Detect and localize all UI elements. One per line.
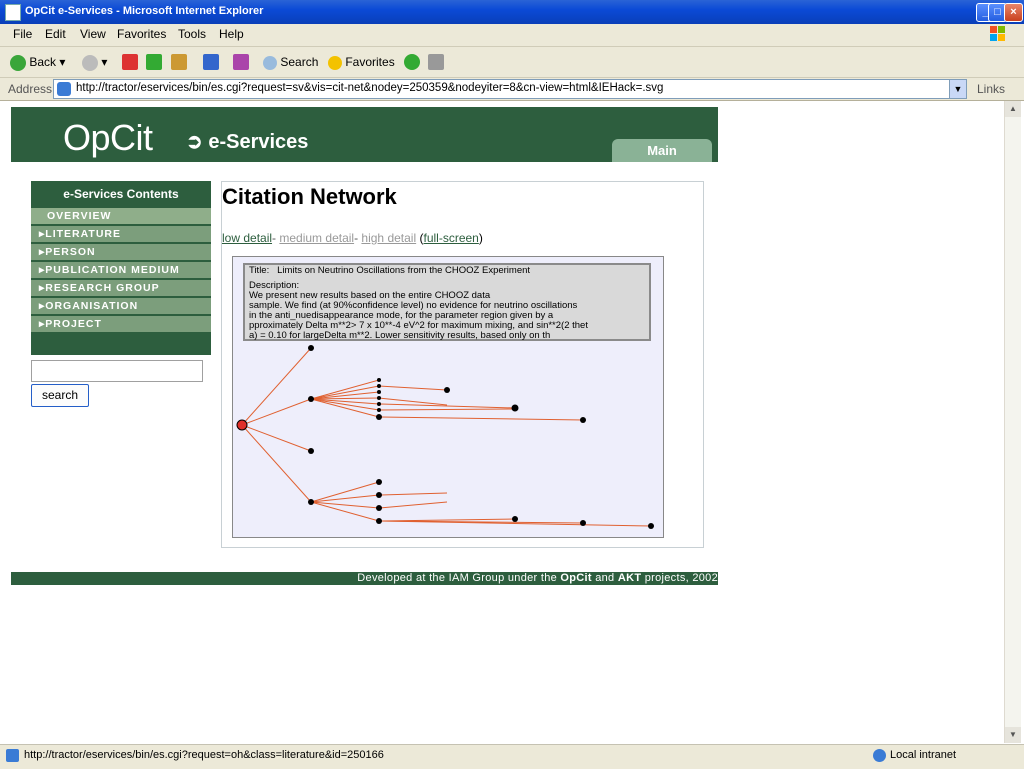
- site-footer: Developed at the IAM Group under the OpC…: [11, 572, 718, 585]
- security-zone: Local intranet: [890, 749, 957, 761]
- menu-bar: File Edit View Favorites Tools Help: [0, 24, 1024, 47]
- address-url: http://tractor/eservices/bin/es.cgi?requ…: [76, 82, 664, 94]
- back-arrow-icon: [10, 54, 26, 71]
- high-detail-link[interactable]: high detail: [361, 231, 416, 245]
- opcit-page: OpCit ➲ e-Services Main e-Services Conte…: [11, 107, 718, 585]
- sidebar: e-Services Contents Overview ▸Literature…: [31, 181, 211, 355]
- status-text: http://tractor/eservices/bin/es.cgi?requ…: [24, 749, 384, 761]
- menu-help[interactable]: Help: [219, 27, 244, 41]
- menu-view[interactable]: View: [80, 27, 106, 41]
- sidebar-item-overview[interactable]: Overview: [31, 208, 211, 225]
- star-icon: [328, 55, 342, 70]
- page-icon: [57, 82, 71, 96]
- sidebar-header: e-Services Contents: [63, 187, 179, 201]
- site-subtitle: ➲ e-Services: [186, 131, 309, 153]
- favorites-toolbar-button[interactable]: Favorites: [328, 52, 395, 72]
- sidebar-item-organisation[interactable]: ▸Organisation: [31, 298, 211, 315]
- home-icon[interactable]: [171, 54, 187, 70]
- sidebar-item-project[interactable]: ▸Project: [31, 316, 211, 333]
- low-detail-link[interactable]: low detail: [222, 231, 272, 245]
- detail-links: low detail- medium detail- high detail (…: [222, 231, 483, 245]
- medium-detail-link[interactable]: medium detail: [279, 231, 354, 245]
- scroll-down-arrow-icon[interactable]: ▼: [1005, 727, 1021, 743]
- site-logo: OpCit: [63, 117, 153, 158]
- paper-title-line: Title: Limits on Neutrino Oscillations f…: [249, 265, 531, 276]
- root-paper-node[interactable]: [236, 419, 248, 431]
- text-size-icon[interactable]: [203, 54, 219, 70]
- status-bar: http://tractor/eservices/bin/es.cgi?requ…: [0, 744, 1024, 769]
- network-edges: [241, 347, 652, 527]
- standard-toolbar: Back ▾ ▾ Search Favorites: [0, 47, 1024, 78]
- print-icon[interactable]: [428, 54, 444, 70]
- address-input[interactable]: http://tractor/eservices/bin/es.cgi?requ…: [53, 79, 967, 99]
- paper-info-box: Title: Limits on Neutrino Oscillations f…: [243, 263, 651, 341]
- sidebar-item-literature[interactable]: ▸Literature: [31, 226, 211, 243]
- sidebar-item-publication-medium[interactable]: ▸Publication Medium: [31, 262, 211, 279]
- search-input[interactable]: [31, 360, 203, 382]
- address-bar: Address http://tractor/eservices/bin/es.…: [0, 78, 1024, 101]
- window-titlebar[interactable]: OpCit e-Services - Microsoft Internet Ex…: [0, 0, 1024, 24]
- tab-main[interactable]: Main: [612, 139, 712, 162]
- paper-description-line: a) = 0.10 for largeDelta m**2. Lower sen…: [249, 330, 551, 341]
- close-button[interactable]: ×: [1004, 3, 1023, 22]
- stop-icon[interactable]: [122, 54, 138, 70]
- back-button[interactable]: Back ▾: [10, 52, 65, 72]
- sidebar-item-research-group[interactable]: ▸Research Group: [31, 280, 211, 297]
- links-button[interactable]: Links: [977, 82, 1005, 96]
- menu-edit[interactable]: Edit: [45, 27, 66, 41]
- search-toolbar-button[interactable]: Search: [263, 52, 318, 72]
- search-button[interactable]: search: [31, 384, 89, 407]
- paper-title: Limits on Neutrino Oscillations from the…: [277, 265, 531, 276]
- intranet-zone-icon: [873, 749, 886, 762]
- menu-tools[interactable]: Tools: [178, 27, 206, 41]
- address-label: Address: [8, 82, 53, 96]
- menu-favorites[interactable]: Favorites: [117, 27, 166, 41]
- refresh-icon[interactable]: [146, 54, 162, 70]
- forward-arrow-icon: [82, 54, 98, 71]
- network-nodes: [308, 345, 654, 529]
- scroll-up-arrow-icon[interactable]: ▲: [1005, 101, 1021, 117]
- page-title: Citation Network: [222, 184, 397, 209]
- history-icon[interactable]: [404, 54, 420, 70]
- window-title: OpCit e-Services - Microsoft Internet Ex…: [25, 5, 264, 17]
- magnifier-icon: [263, 55, 277, 70]
- menu-file[interactable]: File: [13, 27, 32, 41]
- citation-network-graph[interactable]: Title: Limits on Neutrino Oscillations f…: [232, 256, 664, 538]
- encoding-icon[interactable]: [233, 54, 249, 70]
- content-panel: Citation Network low detail- medium deta…: [221, 181, 704, 548]
- forward-button[interactable]: ▾: [82, 52, 107, 72]
- sidebar-item-person[interactable]: ▸Person: [31, 244, 211, 261]
- address-dropdown-button[interactable]: ▼: [949, 80, 966, 98]
- full-screen-link[interactable]: full-screen: [423, 231, 478, 245]
- site-header: OpCit ➲ e-Services Main: [11, 107, 718, 162]
- vertical-scrollbar[interactable]: ▲ ▼: [1004, 101, 1021, 743]
- windows-logo-icon: [990, 26, 1005, 41]
- page-status-icon: [6, 749, 19, 762]
- ie-page-icon: [5, 4, 21, 21]
